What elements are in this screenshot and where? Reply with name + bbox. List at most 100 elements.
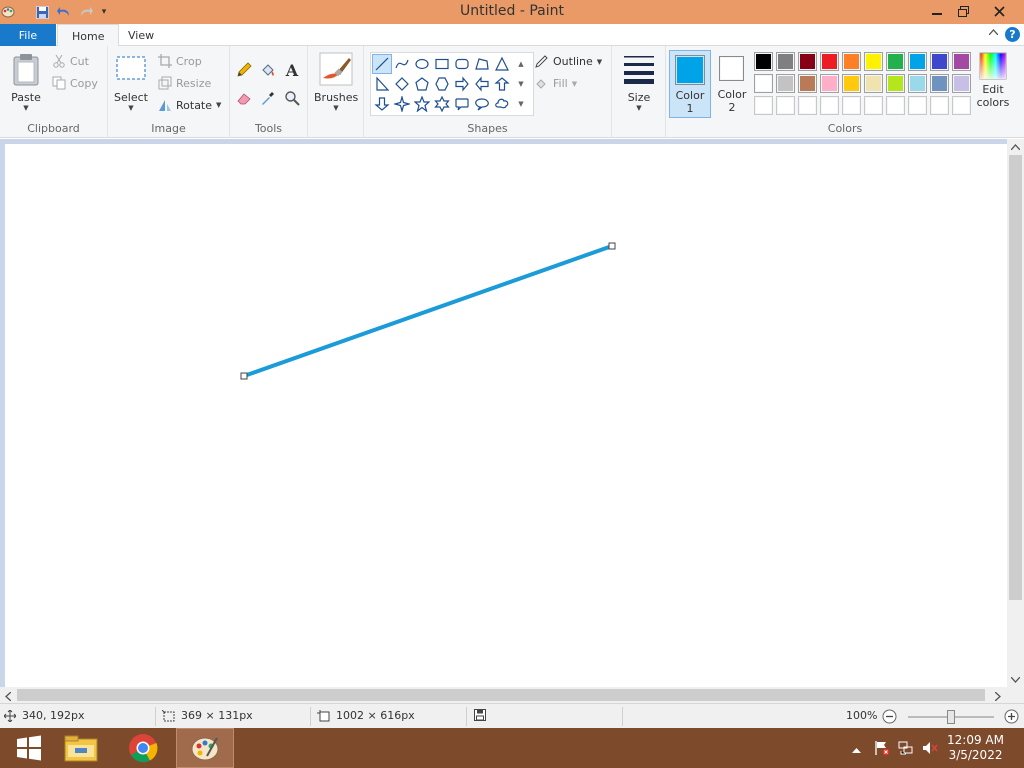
palette-swatch[interactable] xyxy=(930,74,949,93)
text-tool-icon[interactable]: A xyxy=(282,60,302,80)
palette-swatch[interactable] xyxy=(798,74,817,93)
palette-swatch[interactable] xyxy=(776,74,795,93)
select-button[interactable]: Select ▼ xyxy=(114,54,148,112)
shape-pentagon-icon[interactable] xyxy=(412,74,432,94)
edit-colors-button[interactable]: Edit colors xyxy=(972,52,1014,109)
palette-swatch[interactable] xyxy=(952,74,971,93)
shape-six-point-star-icon[interactable] xyxy=(432,94,452,114)
chevron-up-icon[interactable]: ▲ xyxy=(515,54,527,74)
palette-swatch[interactable] xyxy=(754,74,773,93)
palette-swatch[interactable] xyxy=(754,96,773,115)
palette-swatch[interactable] xyxy=(908,52,927,71)
zoom-in-button[interactable] xyxy=(1004,709,1019,727)
copy-button[interactable]: Copy xyxy=(52,76,98,90)
shape-right-triangle-icon[interactable] xyxy=(372,74,392,94)
shape-right-arrow-icon[interactable] xyxy=(452,74,472,94)
size-button[interactable]: Size ▼ xyxy=(618,52,660,112)
palette-swatch[interactable] xyxy=(842,96,861,115)
drawn-line[interactable] xyxy=(242,244,614,378)
zoom-slider-thumb[interactable] xyxy=(947,710,955,724)
shape-cloud-callout-icon[interactable] xyxy=(492,94,512,114)
shape-four-point-star-icon[interactable] xyxy=(392,94,412,114)
palette-swatch[interactable] xyxy=(864,52,883,71)
tab-home[interactable]: Home xyxy=(57,24,120,47)
shape-left-arrow-icon[interactable] xyxy=(472,74,492,94)
line-handle-start[interactable] xyxy=(240,372,248,380)
shape-hexagon-icon[interactable] xyxy=(432,74,452,94)
palette-swatch[interactable] xyxy=(886,52,905,71)
palette-swatch[interactable] xyxy=(930,96,949,115)
chevron-down-icon[interactable]: ▼ xyxy=(515,74,527,94)
palette-swatch[interactable] xyxy=(798,52,817,71)
palette-swatch[interactable] xyxy=(952,52,971,71)
start-button[interactable] xyxy=(0,728,58,768)
palette-swatch[interactable] xyxy=(820,74,839,93)
show-hidden-icons-icon[interactable] xyxy=(852,743,861,756)
fill-bucket-icon[interactable] xyxy=(258,60,278,80)
palette-swatch[interactable] xyxy=(798,96,817,115)
shape-down-arrow-icon[interactable] xyxy=(372,94,392,114)
shape-diamond-icon[interactable] xyxy=(392,74,412,94)
shape-line-icon[interactable] xyxy=(372,54,392,74)
outline-button[interactable]: Outline ▼ xyxy=(534,54,602,69)
shape-triangle-icon[interactable] xyxy=(492,54,512,74)
expand-gallery-icon[interactable]: ▼ xyxy=(515,94,527,114)
scroll-up-icon[interactable] xyxy=(1010,143,1021,152)
scroll-down-icon[interactable] xyxy=(1010,673,1021,686)
palette-swatch[interactable] xyxy=(754,52,773,71)
palette-swatch[interactable] xyxy=(864,74,883,93)
shape-oval-icon[interactable] xyxy=(412,54,432,74)
color-picker-icon[interactable] xyxy=(258,88,278,108)
palette-swatch[interactable] xyxy=(820,96,839,115)
brushes-button[interactable]: Brushes ▼ xyxy=(314,52,358,112)
drawing-canvas[interactable] xyxy=(5,144,1007,687)
palette-swatch[interactable] xyxy=(820,52,839,71)
palette-swatch[interactable] xyxy=(886,96,905,115)
horizontal-scrollbar[interactable] xyxy=(0,687,1024,703)
network-icon[interactable] xyxy=(898,740,914,759)
eraser-icon[interactable] xyxy=(234,88,254,108)
cut-button[interactable]: Cut xyxy=(52,54,89,68)
palette-swatch[interactable] xyxy=(842,52,861,71)
vertical-scroll-thumb[interactable] xyxy=(1009,155,1022,600)
restore-button[interactable] xyxy=(948,0,978,22)
palette-swatch[interactable] xyxy=(886,74,905,93)
magnifier-icon[interactable] xyxy=(282,88,302,108)
horizontal-scroll-thumb[interactable] xyxy=(17,689,985,701)
color1-button[interactable]: Color 1 xyxy=(669,50,711,118)
volume-muted-icon[interactable] xyxy=(922,740,938,759)
shape-polygon-icon[interactable] xyxy=(472,54,492,74)
palette-swatch[interactable] xyxy=(842,74,861,93)
palette-swatch[interactable] xyxy=(776,96,795,115)
system-clock[interactable]: 12:09 AM 3/5/2022 xyxy=(947,733,1004,763)
paste-button[interactable]: Paste ▼ xyxy=(6,52,46,112)
shape-rectangle-icon[interactable] xyxy=(432,54,452,74)
file-explorer-button[interactable] xyxy=(52,728,110,768)
paint-taskbar-button[interactable] xyxy=(176,728,234,768)
resize-button[interactable]: Resize xyxy=(158,76,211,90)
tab-view[interactable]: View xyxy=(114,24,168,47)
shape-five-point-star-icon[interactable] xyxy=(412,94,432,114)
palette-swatch[interactable] xyxy=(864,96,883,115)
collapse-ribbon-icon[interactable] xyxy=(988,27,999,38)
vertical-scrollbar[interactable] xyxy=(1007,139,1024,687)
pencil-icon[interactable] xyxy=(234,60,254,80)
fill-button[interactable]: Fill ▼ xyxy=(534,76,577,91)
palette-swatch[interactable] xyxy=(952,96,971,115)
shape-curve-icon[interactable] xyxy=(392,54,412,74)
line-handle-end[interactable] xyxy=(608,242,616,250)
shapes-gallery-scroll[interactable]: ▲ ▼ ▼ xyxy=(515,54,527,116)
color2-button[interactable]: Color 2 xyxy=(711,50,753,118)
shape-oval-callout-icon[interactable] xyxy=(472,94,492,114)
close-button[interactable] xyxy=(984,0,1014,22)
crop-button[interactable]: Crop xyxy=(158,54,202,68)
palette-swatch[interactable] xyxy=(908,96,927,115)
zoom-out-button[interactable] xyxy=(882,709,897,727)
chrome-button[interactable] xyxy=(114,728,172,768)
shape-up-arrow-icon[interactable] xyxy=(492,74,512,94)
palette-swatch[interactable] xyxy=(776,52,795,71)
shape-rounded-callout-icon[interactable] xyxy=(452,94,472,114)
palette-swatch[interactable] xyxy=(930,52,949,71)
help-button[interactable]: ? xyxy=(1005,27,1020,42)
palette-swatch[interactable] xyxy=(908,74,927,93)
